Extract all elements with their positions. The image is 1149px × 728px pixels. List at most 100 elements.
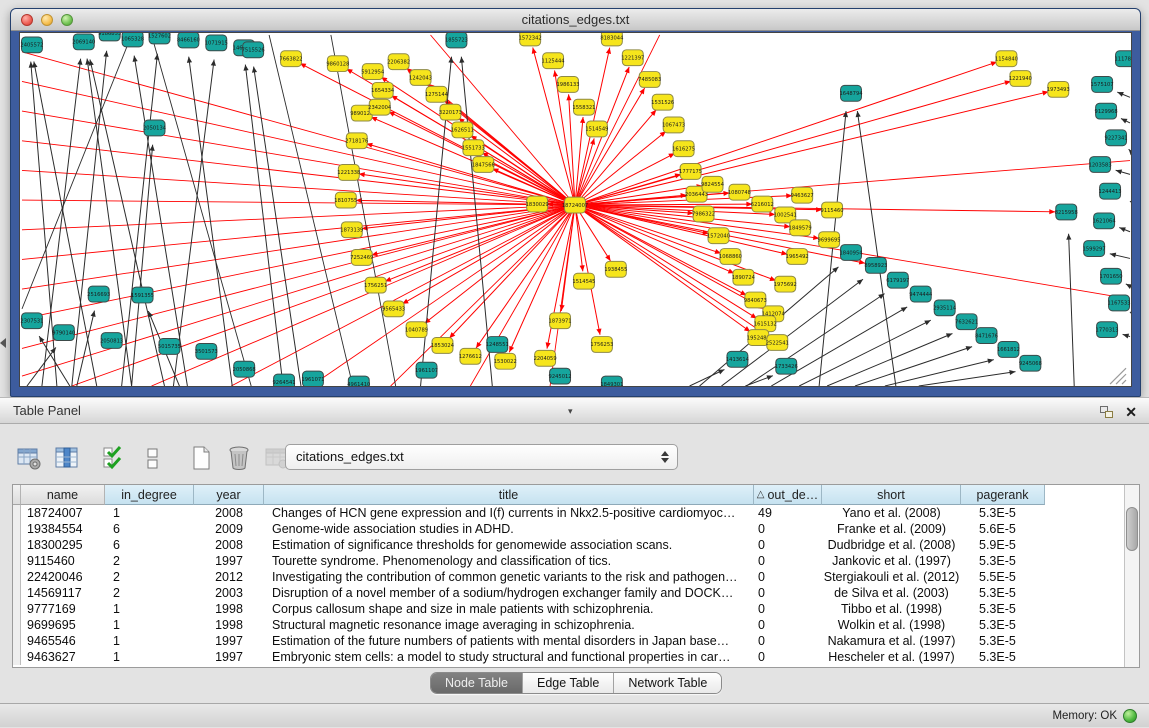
cell[interactable]: 0 xyxy=(754,569,822,585)
table-row[interactable]: 2242004622012Investigating the contribut… xyxy=(13,569,1139,585)
graph-node[interactable]: 1065328 xyxy=(121,33,144,47)
table-row[interactable]: 969969511998Structural magnetic resonanc… xyxy=(13,617,1139,633)
cell[interactable]: Changes of HCN gene expression and I(f) … xyxy=(264,505,754,521)
cell[interactable]: 2008 xyxy=(194,505,264,521)
graph-node[interactable]: 7515526 xyxy=(242,42,265,58)
graph-node[interactable]: 1125444 xyxy=(542,53,565,69)
cell[interactable]: 18724007 xyxy=(21,505,105,521)
cell[interactable]: Structural magnetic resonance image aver… xyxy=(264,617,754,633)
cell[interactable]: 1 xyxy=(105,601,194,617)
cell[interactable]: Hescheler et al. (1997) xyxy=(822,649,961,665)
graph-node[interactable]: 2718176 xyxy=(345,133,368,149)
graph-node[interactable]: 1531526 xyxy=(651,94,674,110)
vertical-scrollbar[interactable] xyxy=(1124,485,1139,667)
graph-node[interactable]: 2204059 xyxy=(534,350,557,366)
table-selector-dropdown[interactable]: citations_edges.txt xyxy=(285,444,678,470)
cell[interactable]: 0 xyxy=(754,537,822,553)
cell[interactable]: Nakamura et al. (1997) xyxy=(822,633,961,649)
graph-node[interactable]: 9860128 xyxy=(326,56,349,72)
graph-node[interactable]: 2050134 xyxy=(143,120,166,136)
cell[interactable]: Embryonic stem cells: a model to study s… xyxy=(264,649,754,665)
cell[interactable]: 5.3E-5 xyxy=(961,633,1045,649)
cell[interactable]: 1 xyxy=(105,633,194,649)
cell[interactable]: 5.3E-5 xyxy=(961,553,1045,569)
cell[interactable]: 0 xyxy=(754,601,822,617)
graph-node[interactable]: 8471676 xyxy=(975,328,998,344)
cell[interactable]: 9463627 xyxy=(21,649,105,665)
graph-node[interactable]: 1117861 xyxy=(1114,51,1131,67)
graph-node[interactable]: 1527602 xyxy=(148,33,171,44)
graph-node[interactable]: 1961107 xyxy=(415,362,438,378)
cell[interactable]: 2 xyxy=(105,585,194,601)
graph-node[interactable]: 4961410 xyxy=(347,376,370,386)
graph-node[interactable]: 1413614 xyxy=(726,351,749,367)
cell[interactable]: 1997 xyxy=(194,553,264,569)
table-row[interactable]: 1938455462009Genome-wide association stu… xyxy=(13,521,1139,537)
cell[interactable]: 2012 xyxy=(194,569,264,585)
memory-status-indicator[interactable] xyxy=(1123,709,1137,723)
table-row[interactable]: 911546021997Tourette syndrome. Phenomeno… xyxy=(13,553,1139,569)
column-header-out_de[interactable]: △out_de… xyxy=(754,485,822,505)
tab-node-table[interactable]: Node Table xyxy=(431,673,523,693)
graph-node[interactable]: 2307531 xyxy=(20,313,43,329)
cell[interactable]: 5.3E-5 xyxy=(961,617,1045,633)
graph-node[interactable]: 5015735 xyxy=(158,339,181,355)
cell[interactable]: 1997 xyxy=(194,649,264,665)
cell[interactable]: Tourette syndrome. Phenomenology and cla… xyxy=(264,553,754,569)
graph-node[interactable]: 2050813 xyxy=(100,333,123,349)
graph-hub-node[interactable]: 18724007 xyxy=(562,197,588,213)
table-row[interactable]: 946554611997Estimation of the future num… xyxy=(13,633,1139,649)
graph-node[interactable]: 1572342 xyxy=(519,33,542,46)
cell[interactable]: 22420046 xyxy=(21,569,105,585)
cell[interactable]: Tibbo et al. (1998) xyxy=(822,601,961,617)
window-titlebar[interactable]: citations_edges.txt xyxy=(11,9,1140,31)
cell[interactable]: 5.6E-5 xyxy=(961,521,1045,537)
graph-node[interactable]: 1530022 xyxy=(494,353,517,369)
graph-node[interactable]: 8215958 xyxy=(1055,204,1078,220)
graph-node[interactable]: 1756251 xyxy=(364,277,387,293)
hidden-panel-arrow[interactable] xyxy=(0,338,6,348)
column-header-short[interactable]: short xyxy=(822,485,961,505)
cell[interactable]: Estimation of the future numbers of pati… xyxy=(264,633,754,649)
cell[interactable]: 2008 xyxy=(194,537,264,553)
graph-node[interactable]: 1572040 xyxy=(707,228,730,244)
cell[interactable]: 14569117 xyxy=(21,585,105,601)
graph-node[interactable]: 1873971 xyxy=(549,313,572,329)
graph-node[interactable]: 1873139 xyxy=(340,222,363,238)
graph-node[interactable]: 9824554 xyxy=(701,176,724,192)
cell[interactable]: Estimation of significance thresholds fo… xyxy=(264,537,754,553)
column-header-in_degree[interactable]: in_degree xyxy=(105,485,194,505)
cell[interactable]: 2 xyxy=(105,553,194,569)
cell[interactable]: 0 xyxy=(754,553,822,569)
graph-node[interactable]: 1975692 xyxy=(774,276,797,292)
graph-node[interactable]: 1221397 xyxy=(621,50,644,66)
graph-node[interactable]: 2342004 xyxy=(368,99,391,115)
graph-node[interactable]: 9699695 xyxy=(818,232,841,248)
graph-node[interactable]: 7986322 xyxy=(692,206,715,222)
graph-node[interactable]: 1167533 xyxy=(1108,295,1131,311)
graph-node[interactable]: 1661812 xyxy=(997,342,1020,358)
graph-node[interactable]: 1248551 xyxy=(486,337,509,353)
graph-node[interactable]: 1514549 xyxy=(585,121,608,137)
cell[interactable]: 9465546 xyxy=(21,633,105,649)
show-columns-icon[interactable] xyxy=(52,443,82,473)
graph-node[interactable]: 2522541 xyxy=(766,335,789,351)
graph-node[interactable]: 3501573 xyxy=(195,343,218,359)
cell[interactable]: 6 xyxy=(105,537,194,553)
cell[interactable]: 0 xyxy=(754,633,822,649)
cell[interactable]: Investigating the contribution of common… xyxy=(264,569,754,585)
graph-node[interactable]: 1591355 xyxy=(131,287,154,303)
new-column-icon[interactable] xyxy=(186,443,216,473)
graph-node[interactable]: 2405572 xyxy=(20,37,43,53)
zoom-window-button[interactable] xyxy=(61,14,73,26)
cell[interactable]: Genome-wide association studies in ADHD. xyxy=(264,521,754,537)
graph-node[interactable]: 1080748 xyxy=(728,184,751,200)
graph-node[interactable]: 1616275 xyxy=(672,141,695,157)
graph-node[interactable]: 9264541 xyxy=(273,374,296,386)
minimize-window-button[interactable] xyxy=(41,14,53,26)
graph-node[interactable]: 1810755 xyxy=(334,192,357,208)
graph-node[interactable]: 9463627 xyxy=(791,187,814,203)
graph-node[interactable]: 1068860 xyxy=(719,249,742,265)
cell[interactable]: 1998 xyxy=(194,601,264,617)
graph-node[interactable]: 9790140 xyxy=(52,325,75,341)
